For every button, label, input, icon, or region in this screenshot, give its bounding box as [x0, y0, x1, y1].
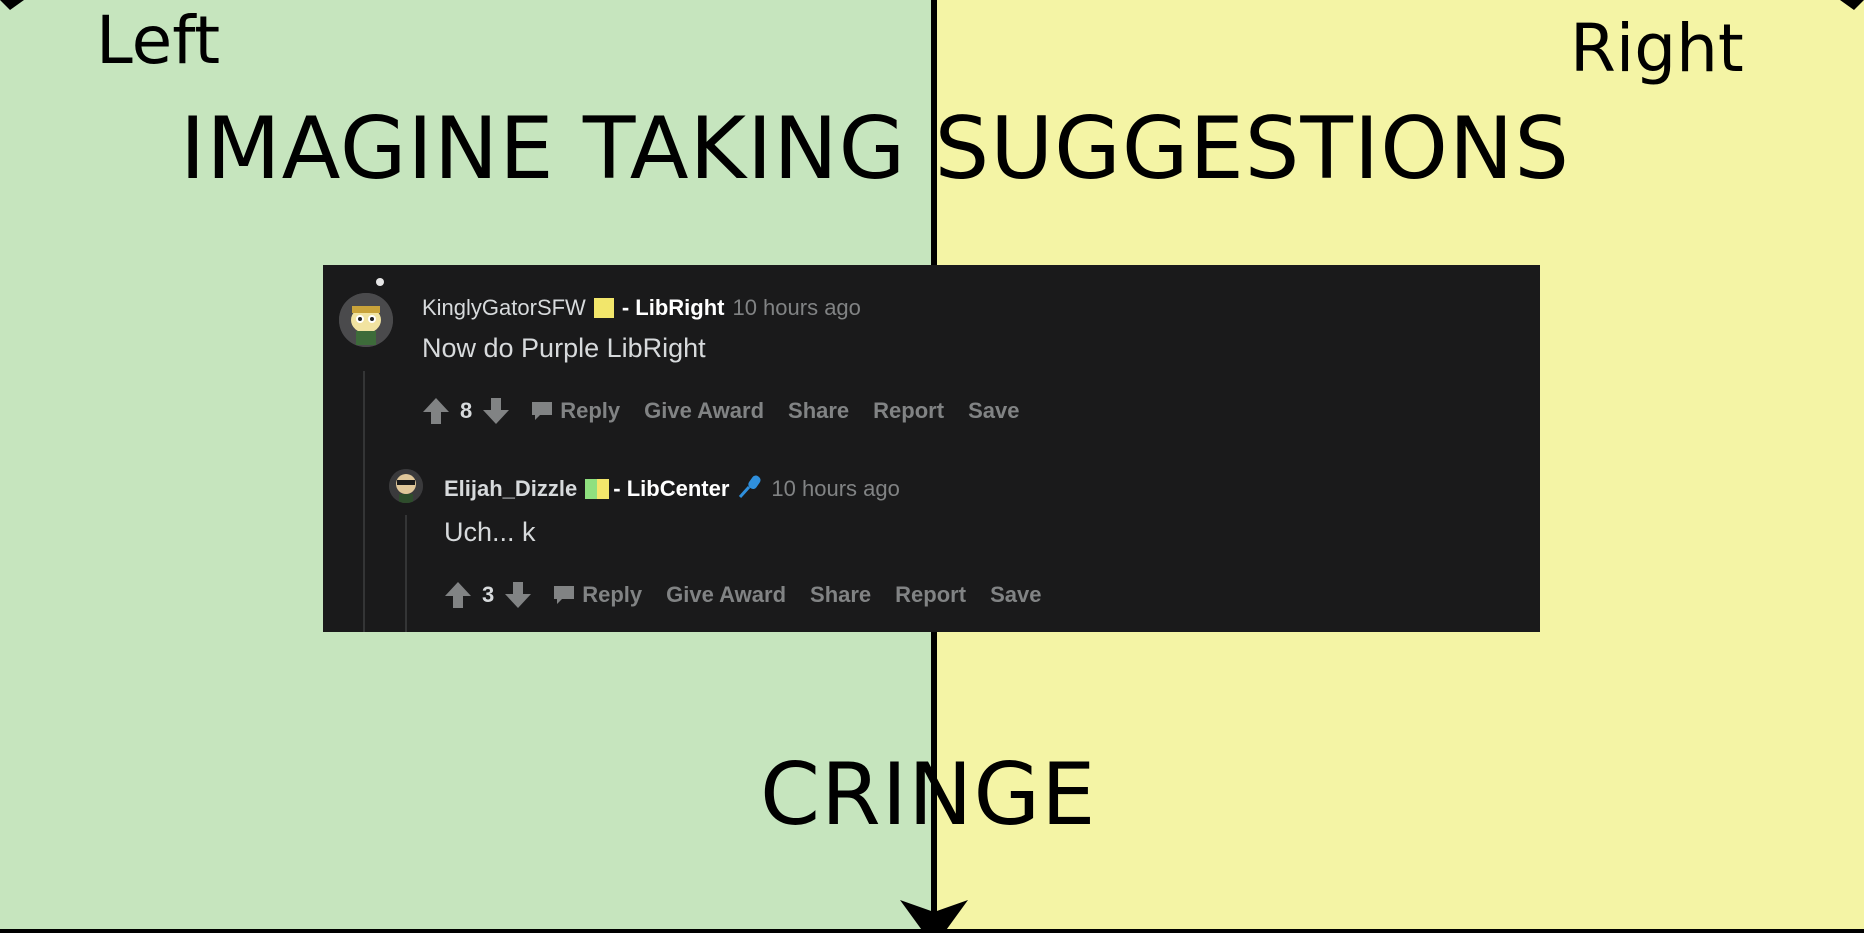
reply-button[interactable]: Reply: [530, 398, 620, 424]
upvote-icon: [445, 582, 471, 608]
username-link[interactable]: KinglyGatorSFW: [422, 295, 586, 321]
vote-score: 8: [460, 398, 473, 423]
save-button[interactable]: Save: [968, 398, 1019, 424]
comment-timestamp[interactable]: 10 hours ago: [732, 295, 860, 321]
thread-line[interactable]: [405, 515, 407, 632]
comment-meta: KinglyGatorSFW - LibRight 10 hours ago: [422, 291, 861, 325]
give-award-button[interactable]: Give Award: [666, 582, 786, 608]
report-button[interactable]: Report: [873, 398, 944, 424]
avatar-icon[interactable]: [339, 293, 393, 347]
downvote-button[interactable]: [482, 396, 510, 426]
reply-icon: [532, 402, 553, 420]
flair-color-badge: [593, 298, 614, 318]
axis-label-right: Right: [1570, 10, 1744, 87]
down-arrow-icon: [900, 900, 968, 933]
thread-line[interactable]: [363, 371, 365, 632]
reply-label: Reply: [582, 582, 643, 607]
left-arrow-icon: [0, 0, 24, 22]
upvote-button[interactable]: [422, 396, 450, 426]
downvote-button[interactable]: [504, 580, 532, 610]
avatar-icon[interactable]: [389, 469, 423, 503]
reply-icon: [554, 586, 575, 604]
comment-thread: KinglyGatorSFW - LibRight 10 hours ago N…: [323, 265, 1540, 632]
flair-color-badge: [597, 479, 610, 499]
share-button[interactable]: Share: [810, 582, 871, 608]
downvote-icon: [505, 582, 532, 608]
comment-meta: Elijah_Dizzle - LibCenter 10 hours ago: [444, 472, 900, 506]
vote-score: 3: [482, 582, 495, 607]
comment-body: Uch... k: [444, 517, 536, 547]
comment-actions: 3 Reply Give Award Share Report Save: [444, 577, 1041, 613]
meme-title: IMAGINE TAKING SUGGESTIONS: [180, 99, 1570, 199]
comment-actions: 8 Reply Give Award Share Report Save: [422, 393, 1019, 429]
online-dot-icon: [376, 278, 384, 286]
share-button[interactable]: Share: [788, 398, 849, 424]
microphone-icon: [737, 473, 763, 505]
flair-color-badge: [585, 479, 598, 499]
downvote-icon: [483, 398, 510, 424]
comment-timestamp[interactable]: 10 hours ago: [771, 476, 899, 502]
reply-button[interactable]: Reply: [552, 582, 642, 608]
report-button[interactable]: Report: [895, 582, 966, 608]
axis-label-bottom: CRINGE: [760, 745, 1097, 845]
comment-body: Now do Purple LibRight: [422, 333, 706, 363]
username-link[interactable]: Elijah_Dizzle: [444, 476, 577, 502]
user-flair: - LibRight: [621, 295, 725, 320]
right-arrow-icon: [1840, 0, 1864, 22]
upvote-icon: [423, 398, 449, 424]
upvote-button[interactable]: [444, 580, 472, 610]
save-button[interactable]: Save: [990, 582, 1041, 608]
give-award-button[interactable]: Give Award: [644, 398, 764, 424]
user-flair: - LibCenter: [613, 476, 730, 501]
axis-label-left: Left: [96, 2, 221, 79]
reply-label: Reply: [560, 398, 621, 423]
